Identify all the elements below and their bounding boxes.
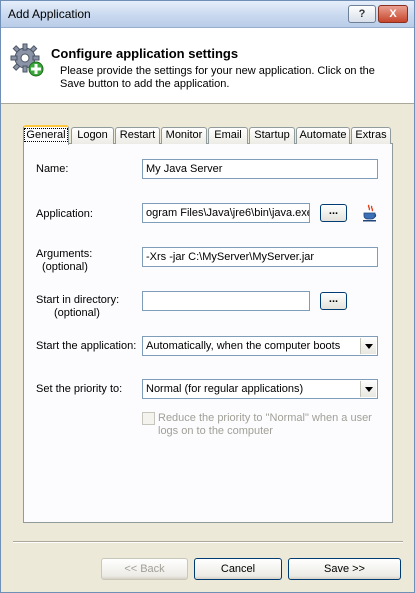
help-button[interactable]: ? [348,5,376,23]
start-application-value: Automatically, when the computer boots [146,340,341,352]
start-directory-input[interactable] [142,291,310,311]
start-application-label: Start the application: [36,340,137,352]
java-cup-icon[interactable] [361,204,379,222]
bottom-separator [13,541,403,543]
chevron-down-icon[interactable] [360,338,376,354]
application-browse-button[interactable]: ... [320,204,347,222]
window-title: Add Application [8,7,91,21]
start-directory-optional-label: (optional) [54,307,100,319]
gear-add-icon [10,43,44,77]
chevron-down-icon[interactable] [360,381,376,397]
tab-restart[interactable]: Restart [115,127,160,144]
reduce-priority-checkbox[interactable] [142,412,155,425]
tab-general-label: General [24,128,68,142]
priority-select[interactable]: Normal (for regular applications) [142,379,378,399]
add-application-dialog: Add Application ? X Configure applicatio… [0,0,415,593]
application-label: Application: [36,208,93,220]
general-tab-panel [23,143,393,523]
start-directory-browse-button[interactable]: ... [320,292,347,310]
reduce-priority-label: Reduce the priority to "Normal" when a u… [158,412,372,437]
priority-value: Normal (for regular applications) [146,383,304,395]
arguments-optional-label: (optional) [42,261,88,273]
arguments-input[interactable]: -Xrs -jar C:\MyServer\MyServer.jar [142,247,378,267]
start-application-select[interactable]: Automatically, when the computer boots [142,336,378,356]
tab-startup[interactable]: Startup [249,127,295,144]
name-input[interactable]: My Java Server [142,159,378,179]
header-panel: Configure application settings Please pr… [1,28,414,104]
application-input[interactable]: ogram Files\Java\jre6\bin\java.exe [142,203,310,223]
cancel-button[interactable]: Cancel [194,558,282,580]
save-button[interactable]: Save >> [288,558,401,580]
start-directory-label: Start in directory: [36,294,120,306]
arguments-label: Arguments: [36,248,93,260]
tab-email[interactable]: Email [208,127,248,144]
priority-label: Set the priority to: [36,383,123,395]
tab-monitor[interactable]: Monitor [161,127,207,144]
header-title: Configure application settings [51,46,239,61]
tab-general[interactable]: General [23,125,69,145]
tab-extras[interactable]: Extras [351,127,391,144]
back-button[interactable]: << Back [101,558,188,580]
close-button[interactable]: X [378,5,408,23]
tab-logon[interactable]: Logon [71,127,114,144]
title-bar[interactable]: Add Application ? X [1,1,414,28]
tab-automate[interactable]: Automate [296,127,350,144]
header-description: Please provide the settings for your new… [60,65,375,90]
name-label: Name: [36,163,69,175]
